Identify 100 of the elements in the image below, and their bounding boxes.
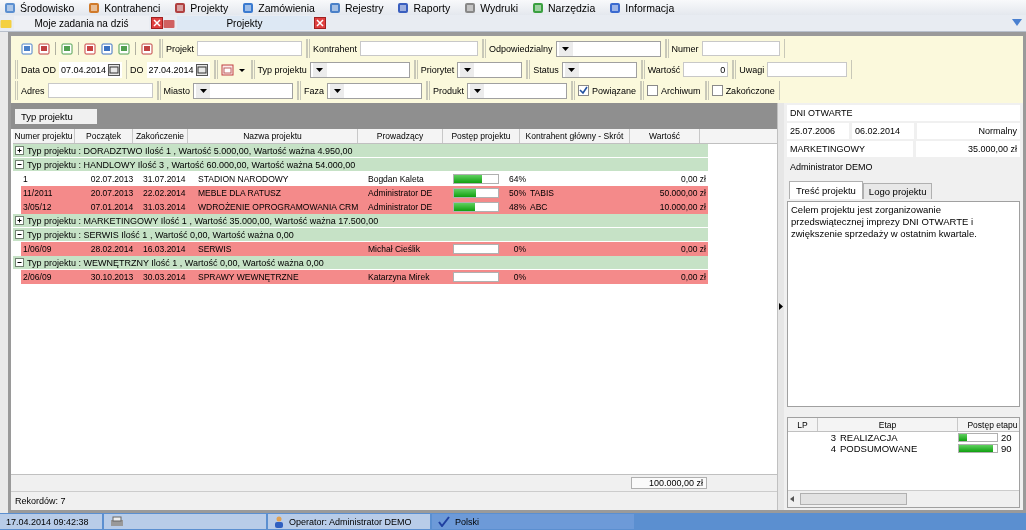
form-icon[interactable] — [84, 42, 96, 55]
table-cell-text: 30.10.2013 — [89, 272, 135, 282]
table-cell-text: TABIS — [529, 188, 555, 198]
caret-icon[interactable] — [316, 67, 324, 72]
column-header[interactable]: Początek — [75, 129, 133, 143]
date-field[interactable]: 25.07.2006 — [787, 123, 849, 139]
export-icon[interactable] — [118, 42, 130, 55]
text-field[interactable] — [197, 41, 302, 56]
caret-icon[interactable] — [463, 67, 471, 72]
field-label: Odpowiedzialny — [489, 43, 553, 54]
tab[interactable]: Projekty — [177, 16, 312, 30]
dropdown-field[interactable] — [327, 82, 423, 99]
dropdown-field[interactable] — [467, 82, 568, 99]
field-label: Adres — [21, 85, 45, 96]
group-by-chip[interactable]: Typ projektu — [15, 108, 97, 124]
caret-icon[interactable] — [562, 46, 570, 51]
close-window-icon[interactable] — [141, 42, 153, 55]
column-header[interactable]: Prowadzący — [358, 129, 443, 143]
table-cell-text: 11/2011 — [22, 188, 54, 198]
collapse-icon[interactable] — [15, 258, 24, 267]
scroll-left-icon[interactable] — [788, 495, 796, 503]
menu-item[interactable]: Kontrahenci — [104, 1, 161, 14]
description-text: Celem projektu jest zorganizowanie przedswiątecznej imprezy DNI OTWARTE i zwiększenie sprzedaży w ostatnim kwartale. — [787, 201, 1020, 407]
collapse-icon[interactable] — [15, 230, 24, 239]
group-label: Typ projektu : WEWNĘTRZNY Ilość 1 , Wartość 0,00, Wartość ważna 0,00 — [27, 257, 324, 268]
date-field[interactable]: 06.02.2014 — [852, 123, 914, 139]
group-row[interactable]: Typ projektu : WEWNĘTRZNY Ilość 1 , Wartość 0,00, Wartość ważna 0,00 — [13, 256, 708, 270]
type-value: MARKETINGOWY — [787, 141, 913, 157]
checkbox[interactable]: Archiwum — [647, 85, 701, 96]
date-field[interactable]: 07.04.2014 — [59, 61, 123, 78]
caret-icon[interactable] — [199, 88, 207, 93]
delete-icon[interactable] — [38, 42, 50, 55]
group-row[interactable]: Typ projektu : SERWIS Ilość 1 , Wartość 0,00, Wartość ważna 0,00 — [13, 228, 708, 242]
progress-bar — [453, 188, 499, 198]
column-header[interactable]: Postęp projektu — [443, 129, 520, 143]
calendar-dropdown-icon[interactable] — [220, 63, 247, 76]
progress-bar — [958, 444, 998, 453]
column-header[interactable]: Nazwa projektu — [188, 129, 358, 143]
menu-item[interactable]: Projekty — [190, 1, 229, 14]
tab[interactable]: Moje zadania na dziś — [14, 16, 149, 30]
menu-item[interactable]: Zamówienia — [258, 1, 315, 14]
table-cell-text: 10.000,00 zł — [658, 202, 707, 212]
caret-icon[interactable] — [568, 67, 576, 72]
table-cell-text: Administrator DE — [367, 202, 434, 212]
table-cell-text: MEBLE DLA RATUSZ — [197, 188, 282, 198]
table-cell-text: WDROŻENIE OPROGRAMOWANIA CRM — [197, 202, 360, 212]
text-field[interactable] — [360, 41, 479, 56]
column-header[interactable]: Etap — [818, 418, 958, 431]
collapse-icon[interactable] — [15, 160, 24, 169]
dropdown-field[interactable] — [309, 61, 410, 78]
date-field[interactable]: 27.04.2014 — [146, 61, 210, 78]
menu-item[interactable]: Rejestry — [344, 1, 384, 14]
calendar-icon[interactable] — [108, 63, 121, 76]
field-label: Projekt — [166, 43, 194, 54]
window-icon[interactable] — [21, 42, 33, 55]
menu-icon — [242, 1, 255, 14]
tab[interactable]: Logo projektu — [862, 183, 933, 199]
new-document-icon[interactable] — [61, 42, 73, 55]
table-cell-text: 48% — [508, 202, 526, 212]
text-field[interactable]: 0 — [683, 62, 729, 77]
column-header[interactable]: Zakończenie — [133, 129, 188, 143]
table-cell-text: Katarzyna Mirek — [367, 272, 431, 282]
expand-icon[interactable] — [15, 216, 24, 225]
column-header[interactable]: Wartość — [630, 129, 700, 143]
dropdown-field[interactable] — [193, 82, 294, 99]
caret-icon[interactable] — [333, 88, 341, 93]
close-icon[interactable] — [314, 17, 326, 29]
caret-icon[interactable] — [473, 88, 481, 93]
menu-item[interactable]: Środowisko — [20, 1, 75, 14]
column-header[interactable]: Numer projektu — [13, 129, 75, 143]
menu-item[interactable]: Informacja — [625, 1, 675, 14]
tab[interactable]: Treść projektu — [789, 181, 863, 199]
menu-item[interactable]: Wydruki — [480, 1, 518, 14]
column-header[interactable]: LP — [788, 418, 818, 431]
expand-icon[interactable] — [15, 146, 24, 155]
column-header[interactable]: Postęp etapu — [958, 418, 1026, 431]
field-label: Uwagi — [739, 64, 765, 75]
scrollbar-thumb[interactable] — [800, 493, 907, 505]
text-field[interactable] — [767, 62, 848, 77]
group-label: Typ projektu : SERWIS Ilość 1 , Wartość 0,00, Wartość ważna 0,00 — [27, 229, 294, 240]
project-icon — [163, 17, 175, 29]
calendar-icon[interactable] — [195, 63, 208, 76]
group-row[interactable]: Typ projektu : HANDLOWY Ilość 3 , Wartość 60.000,00, Wartość ważna 54.000,00 — [13, 158, 708, 172]
group-row[interactable]: Typ projektu : DORADZTWO Ilość 1 , Wartość 5.000,00, Wartość ważna 4.950,00 — [13, 144, 708, 158]
group-row[interactable]: Typ projektu : MARKETINGOWY Ilość 1 , Wartość 35.000,00, Wartość ważna 17.500,00 — [13, 214, 708, 228]
column-header[interactable]: Kontrahent główny - Skrót — [520, 129, 630, 143]
text-field[interactable] — [47, 83, 153, 98]
dropdown-field[interactable] — [457, 61, 523, 78]
record-count: Rekordów: 7 — [15, 496, 66, 506]
table-cell-text: 28.02.2014 — [89, 244, 135, 254]
menu-item[interactable]: Narzędzia — [548, 1, 596, 14]
close-icon[interactable] — [151, 17, 163, 29]
dropdown-field[interactable] — [561, 61, 637, 78]
text-field[interactable] — [701, 41, 780, 56]
checkbox[interactable]: Powiązane — [578, 85, 637, 96]
dropdown-arrow-icon[interactable] — [1012, 19, 1022, 26]
checkbox[interactable]: Zakończone — [711, 85, 775, 96]
copy-icon[interactable] — [101, 42, 113, 55]
dropdown-field[interactable] — [555, 40, 661, 57]
menu-item[interactable]: Raporty — [413, 1, 451, 14]
